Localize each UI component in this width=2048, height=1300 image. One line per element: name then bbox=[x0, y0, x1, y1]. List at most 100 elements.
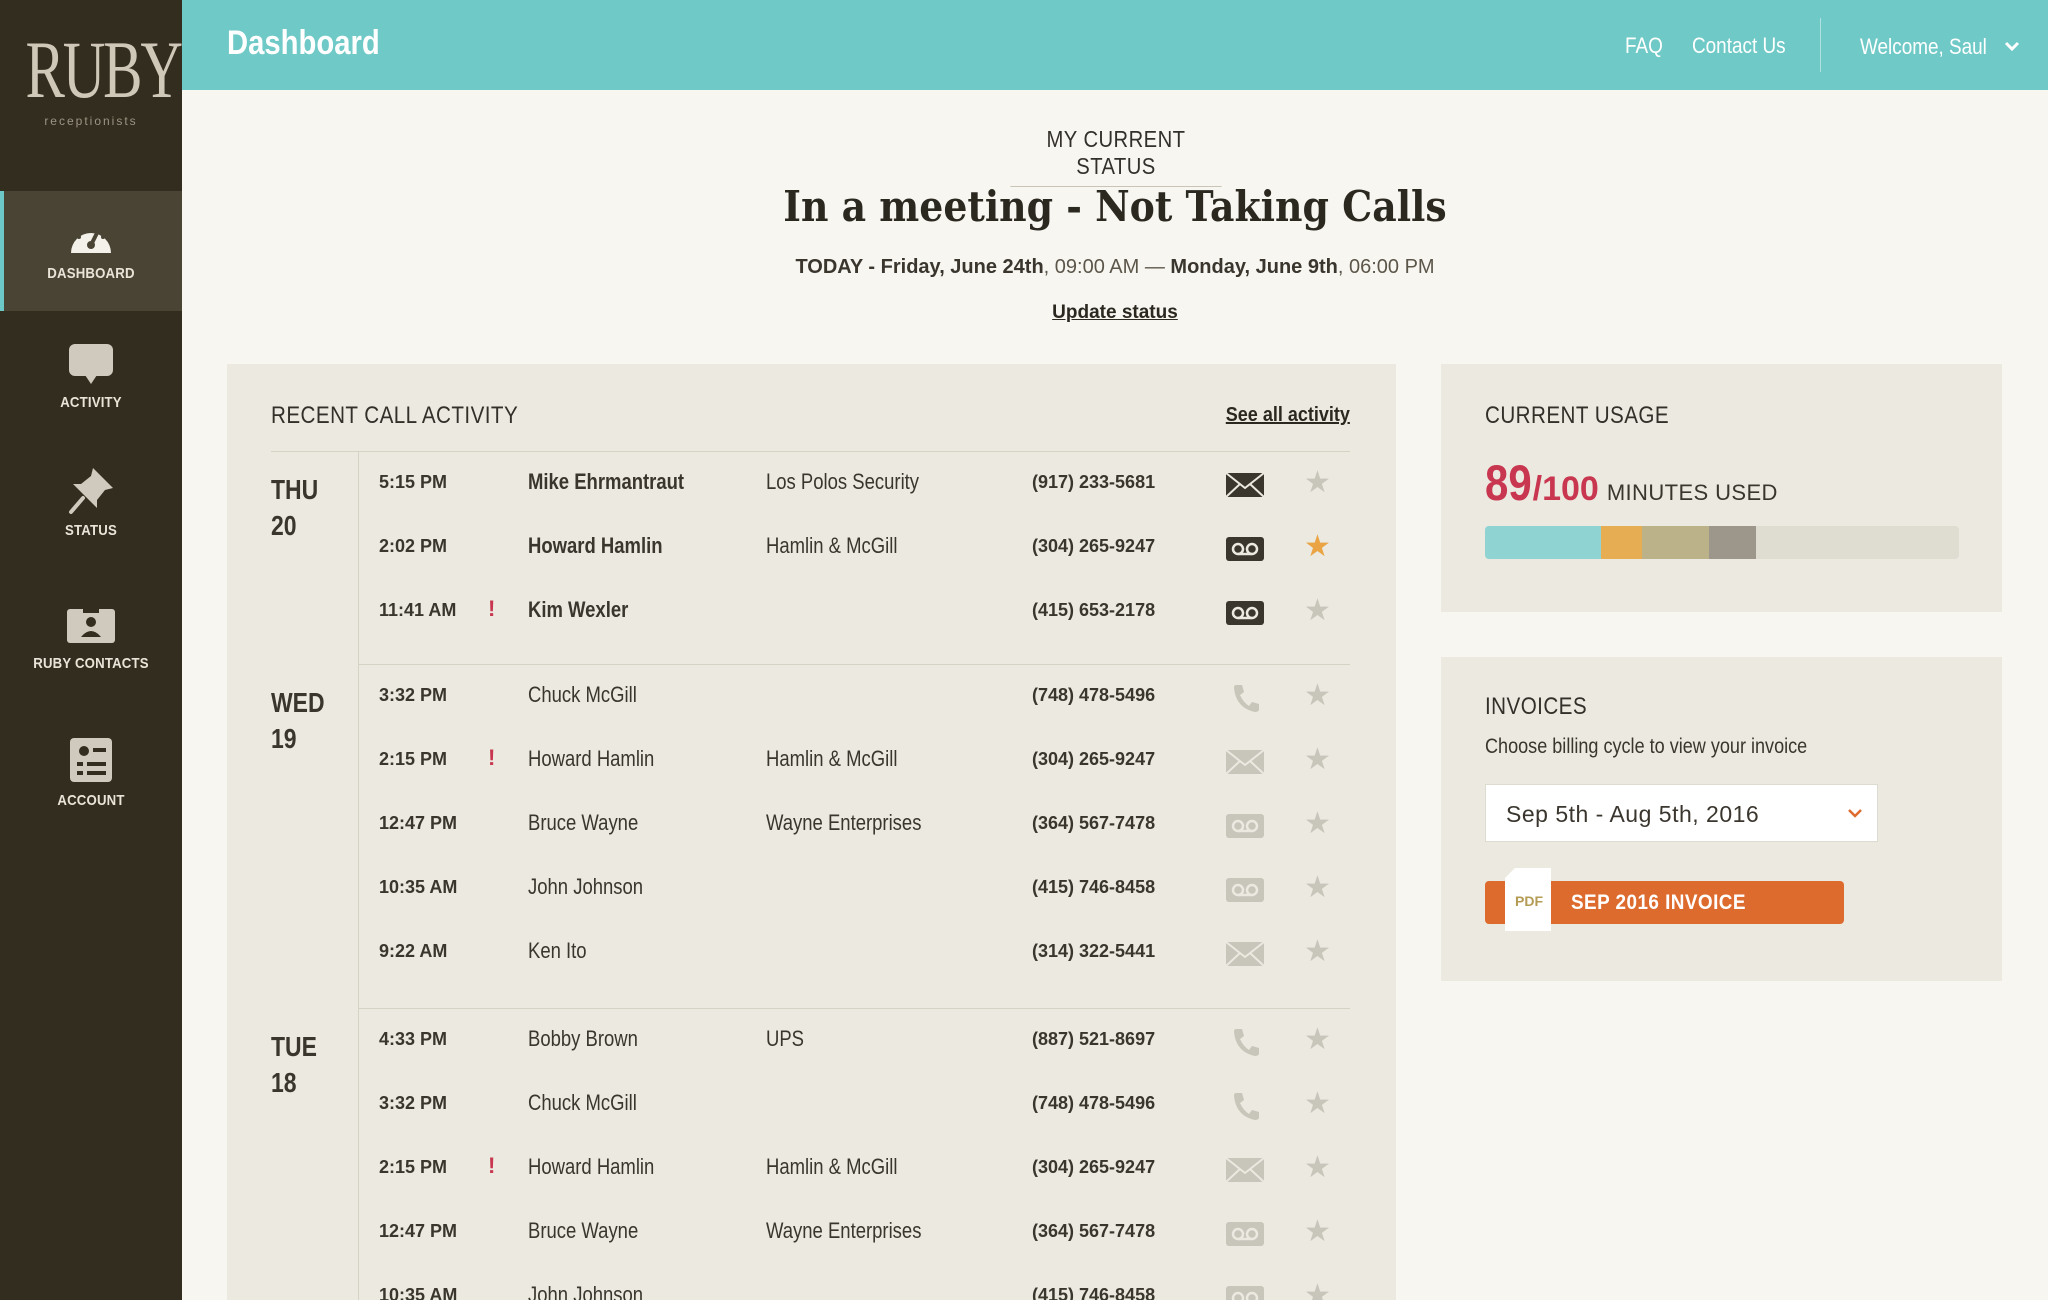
caller-name: Bruce Wayne bbox=[528, 1218, 639, 1243]
nav-item-account[interactable]: ACCOUNT bbox=[0, 718, 182, 838]
star-icon[interactable]: ★ bbox=[1304, 873, 1331, 903]
day-label: THU 20 bbox=[271, 472, 342, 544]
message-icon[interactable] bbox=[1224, 747, 1266, 777]
caller-phone: (917) 233-5681 bbox=[1032, 472, 1156, 492]
faq-link[interactable]: FAQ bbox=[1625, 33, 1663, 59]
voicemail-icon[interactable] bbox=[1224, 875, 1266, 905]
voicemail-icon[interactable] bbox=[1224, 1283, 1266, 1300]
call-time: 11:41 AM bbox=[379, 600, 457, 620]
nav-label: ACCOUNT bbox=[57, 792, 125, 809]
speedometer-icon bbox=[71, 223, 111, 253]
phone-icon[interactable] bbox=[1224, 1091, 1266, 1121]
caller-name: Kim Wexler bbox=[528, 597, 629, 622]
star-icon[interactable]: ★ bbox=[1304, 532, 1331, 562]
star-icon[interactable]: ★ bbox=[1304, 1217, 1331, 1247]
status-start-time: , 09:00 AM bbox=[1043, 256, 1140, 278]
star-icon[interactable]: ★ bbox=[1304, 596, 1331, 626]
nav-label: DASHBOARD bbox=[47, 265, 135, 282]
star-icon[interactable]: ★ bbox=[1304, 468, 1331, 498]
star-icon[interactable]: ★ bbox=[1304, 1025, 1331, 1055]
message-icon[interactable] bbox=[1224, 470, 1266, 500]
chevron-down-icon[interactable] bbox=[2004, 40, 2020, 52]
status-end-time: , 06:00 PM bbox=[1337, 256, 1435, 278]
caller-phone: (415) 653-2178 bbox=[1032, 600, 1156, 620]
call-row[interactable]: 12:47 PM Bruce Wayne Wayne Enterprises (364… bbox=[358, 793, 1350, 857]
pdf-file-icon: PDF bbox=[1505, 868, 1551, 931]
caller-name: Chuck McGill bbox=[528, 682, 637, 707]
caller-name: John Johnson bbox=[528, 1282, 644, 1300]
call-time: 12:47 PM bbox=[379, 813, 458, 833]
call-row[interactable]: 2:15 PM! Howard Hamlin Hamlin & McGill (304… bbox=[358, 729, 1350, 793]
phone-icon[interactable] bbox=[1224, 1027, 1266, 1057]
caller-name: Howard Hamlin bbox=[528, 1154, 655, 1179]
call-row[interactable]: 2:02 PM Howard Hamlin Hamlin & McGill (304)… bbox=[358, 516, 1350, 580]
call-row[interactable]: 9:22 AM Ken Ito (314) 322-5441 ★ bbox=[358, 921, 1350, 985]
call-time: 10:35 AM bbox=[379, 1285, 458, 1300]
urgent-icon: ! bbox=[488, 596, 496, 621]
day-date: 18 bbox=[271, 1067, 297, 1098]
caller-company: Los Polos Security bbox=[766, 469, 920, 494]
status-start-day: TODAY - Friday, June 24th bbox=[795, 256, 1044, 278]
call-time: 3:32 PM bbox=[379, 685, 448, 705]
star-icon[interactable]: ★ bbox=[1304, 1281, 1331, 1300]
user-menu[interactable]: Welcome, Saul bbox=[1860, 34, 1987, 60]
usage-segment bbox=[1642, 526, 1709, 559]
nav-item-status[interactable]: STATUS bbox=[0, 448, 182, 568]
caller-phone: (364) 567-7478 bbox=[1032, 1221, 1156, 1241]
usage-progress-bar bbox=[1485, 526, 1959, 559]
caller-phone: (304) 265-9247 bbox=[1032, 1157, 1156, 1177]
call-time: 2:02 PM bbox=[379, 536, 448, 556]
message-icon[interactable] bbox=[1224, 1155, 1266, 1185]
usage-segment bbox=[1485, 526, 1602, 559]
call-row[interactable]: 11:41 AM! Kim Wexler (415) 653-2178 ★ bbox=[358, 580, 1350, 644]
minutes-total-value: /100 bbox=[1532, 470, 1599, 508]
nav-item-activity[interactable]: ACTIVITY bbox=[0, 320, 182, 440]
speech-bubble-icon bbox=[69, 344, 113, 384]
star-icon[interactable]: ★ bbox=[1304, 937, 1331, 967]
message-icon[interactable] bbox=[1224, 939, 1266, 969]
call-row[interactable]: 2:15 PM! Howard Hamlin Hamlin & McGill (304… bbox=[358, 1137, 1350, 1201]
call-row[interactable]: 4:33 PM Bobby Brown UPS (887) 521-8697 ★ bbox=[358, 1009, 1350, 1073]
usage-readout: 89/100 MINUTES USED bbox=[1485, 454, 1778, 512]
nav-item-ruby-contacts[interactable]: RUBY CONTACTS bbox=[0, 584, 182, 704]
pdf-badge: PDF bbox=[1515, 893, 1543, 909]
download-invoice-button[interactable]: PDF SEP 2016 INVOICE bbox=[1485, 868, 1844, 931]
voicemail-icon[interactable] bbox=[1224, 534, 1266, 564]
billing-cycle-select[interactable]: Sep 5th - Aug 5th, 2016 bbox=[1485, 784, 1878, 842]
status-label: MY CURRENT STATUS bbox=[1010, 126, 1222, 187]
caller-phone: (364) 567-7478 bbox=[1032, 813, 1156, 833]
voicemail-icon[interactable] bbox=[1224, 1219, 1266, 1249]
panel-title: CURRENT USAGE bbox=[1485, 402, 1670, 429]
call-row[interactable]: 5:15 PM Mike Ehrmantraut Los Polos Securit… bbox=[358, 452, 1350, 516]
star-icon[interactable]: ★ bbox=[1304, 809, 1331, 839]
status-end-day: Monday, June 9th bbox=[1170, 256, 1338, 278]
voicemail-icon[interactable] bbox=[1224, 811, 1266, 841]
voicemail-icon[interactable] bbox=[1224, 598, 1266, 628]
caller-name: John Johnson bbox=[528, 874, 644, 899]
star-icon[interactable]: ★ bbox=[1304, 1089, 1331, 1119]
invoice-button-label: SEP 2016 INVOICE bbox=[1571, 891, 1746, 914]
call-row[interactable]: 12:47 PM Bruce Wayne Wayne Enterprises (364… bbox=[358, 1201, 1350, 1265]
star-icon[interactable]: ★ bbox=[1304, 1153, 1331, 1183]
minutes-used-label: MINUTES USED bbox=[1606, 480, 1778, 505]
phone-icon[interactable] bbox=[1224, 683, 1266, 713]
ruby-logo[interactable]: RUBY receptionists bbox=[0, 28, 183, 129]
update-status-link[interactable]: Update status bbox=[1052, 302, 1178, 323]
call-time: 2:15 PM bbox=[379, 749, 448, 769]
contact-us-link[interactable]: Contact Us bbox=[1692, 33, 1786, 59]
call-row[interactable]: 3:32 PM Chuck McGill (748) 478-5496 ★ bbox=[358, 665, 1350, 729]
call-row[interactable]: 10:35 AM John Johnson (415) 746-8458 ★ bbox=[358, 857, 1350, 921]
nav-item-dashboard[interactable]: DASHBOARD bbox=[0, 191, 182, 311]
call-row[interactable]: 10:35 AM John Johnson (415) 746-8458 ★ bbox=[358, 1265, 1350, 1300]
logo-subtext: receptionists bbox=[44, 114, 138, 128]
call-time: 2:15 PM bbox=[379, 1157, 448, 1177]
star-icon[interactable]: ★ bbox=[1304, 681, 1331, 711]
caller-phone: (887) 521-8697 bbox=[1032, 1029, 1156, 1049]
see-all-activity-link[interactable]: See all activity bbox=[1226, 404, 1350, 427]
star-icon[interactable]: ★ bbox=[1304, 745, 1331, 775]
caller-phone: (314) 322-5441 bbox=[1032, 941, 1156, 961]
caller-phone: (415) 746-8458 bbox=[1032, 877, 1156, 897]
call-row[interactable]: 3:32 PM Chuck McGill (748) 478-5496 ★ bbox=[358, 1073, 1350, 1137]
caller-company: UPS bbox=[766, 1026, 805, 1051]
nav-label: ACTIVITY bbox=[60, 394, 122, 411]
